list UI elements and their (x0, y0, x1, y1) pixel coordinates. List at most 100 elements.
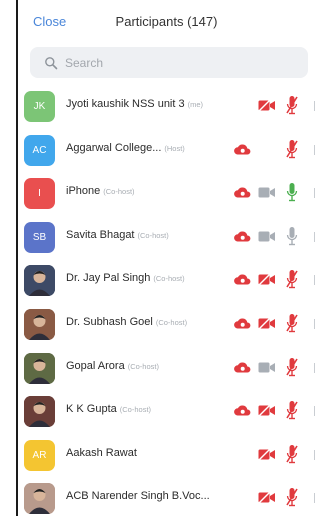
row-edge-marker (312, 188, 315, 199)
participant-name: Dr. Jay Pal Singh (66, 272, 151, 285)
participant-row[interactable]: SB Savita Bhagat (Co-host) (18, 215, 315, 259)
participant-row[interactable]: JK Jyoti kaushik NSS unit 3 (me) (18, 84, 315, 128)
video-off-icon[interactable] (258, 273, 276, 291)
panel-header: Close Participants (147) (18, 0, 315, 46)
participant-row[interactable]: AC Aggarwal College... (Host) (18, 128, 315, 172)
video-icon[interactable] (258, 186, 276, 204)
participants-panel: Close Participants (147) JK Jyoti kaushi… (18, 0, 315, 516)
cloud-record-icon (233, 316, 252, 335)
participant-row[interactable]: Gopal Arora (Co-host) (18, 346, 315, 390)
row-edge-marker (312, 275, 315, 286)
participant-name: Savita Bhagat (66, 228, 135, 241)
participant-name-wrap: K K Gupta (Co-host) (66, 403, 151, 415)
avatar (24, 396, 55, 428)
participant-name-wrap: Aakash Rawat (66, 447, 140, 459)
participant-role: (Co-host) (103, 187, 135, 197)
participant-name: K K Gupta (66, 403, 117, 416)
avatar (24, 308, 55, 340)
row-edge-marker (312, 144, 315, 155)
row-edge-marker (312, 493, 315, 504)
participant-name-wrap: Dr. Jay Pal Singh (Co-host) (66, 272, 185, 284)
participant-row[interactable]: K K Gupta (Co-host) (18, 389, 315, 433)
participant-name: Gopal Arora (66, 359, 125, 372)
participant-name-wrap: Savita Bhagat (Co-host) (66, 229, 169, 241)
participant-role: (me) (187, 100, 204, 109)
participant-row[interactable]: Dr. Jay Pal Singh (Co-host) (18, 258, 315, 302)
mic-muted-icon[interactable] (286, 95, 298, 120)
participant-name: ACB Narender Singh B.Voc... (66, 490, 210, 503)
participant-row[interactable]: AR Aakash Rawat (18, 433, 315, 477)
row-edge-marker (312, 101, 315, 111)
avatar (24, 265, 55, 297)
participant-status-icons (225, 226, 315, 248)
participant-role: (Co-host) (137, 230, 169, 240)
avatar (24, 483, 55, 515)
participant-role: (Co-host) (127, 361, 159, 371)
participant-name-wrap: ACB Narender Singh B.Voc... (66, 490, 213, 502)
cloud-record-icon (233, 229, 252, 248)
search-bar[interactable] (30, 47, 308, 78)
mic-muted-icon[interactable] (286, 313, 298, 338)
participant-role: (Co-host) (155, 317, 188, 327)
participant-status-icons (225, 400, 315, 422)
participant-name-wrap: Jyoti kaushik NSS unit 3 (me) (66, 98, 203, 110)
participant-status-icons (225, 182, 315, 204)
mic-muted-icon[interactable] (286, 357, 298, 382)
participant-role: (Co-host) (119, 405, 152, 415)
row-edge-marker (312, 318, 315, 329)
participant-name: Dr. Subhash Goel (66, 315, 153, 328)
participant-status-icons (225, 487, 315, 509)
participant-name-wrap: Gopal Arora (Co-host) (66, 360, 159, 372)
mic-muted-icon[interactable] (286, 444, 298, 469)
row-edge-marker (312, 449, 315, 460)
participant-role: (Host) (164, 143, 185, 153)
participant-name-wrap: Aggarwal College... (Host) (66, 142, 185, 154)
participant-row[interactable]: I iPhone (Co-host) (18, 171, 315, 215)
video-off-icon[interactable] (258, 448, 276, 466)
participant-status-icons (225, 444, 315, 466)
participant-status-icons (225, 139, 315, 161)
video-off-icon[interactable] (258, 404, 276, 422)
participant-name: iPhone (66, 185, 101, 198)
cloud-record-icon (233, 403, 252, 422)
mic-icon[interactable] (286, 182, 298, 207)
participant-name: Jyoti kaushik NSS unit 3 (66, 98, 185, 110)
participant-status-icons (225, 95, 315, 117)
mic-muted-icon[interactable] (286, 269, 298, 294)
participant-name-wrap: Dr. Subhash Goel (Co-host) (66, 316, 187, 328)
video-off-icon[interactable] (258, 491, 276, 509)
participant-status-icons (225, 269, 315, 291)
video-icon[interactable] (258, 361, 276, 379)
avatar (24, 352, 55, 384)
video-icon[interactable] (258, 230, 276, 248)
avatar: JK (24, 91, 55, 122)
avatar: AC (24, 134, 55, 166)
participant-row[interactable]: ACB Narender Singh B.Voc... (18, 476, 315, 516)
participant-role: (Co-host) (153, 274, 185, 284)
cloud-record-icon (233, 360, 252, 379)
avatar: SB (24, 221, 55, 253)
avatar: I (24, 178, 55, 210)
participant-status-icons (225, 313, 315, 335)
video-off-icon[interactable] (258, 317, 276, 335)
row-edge-marker (312, 362, 315, 373)
row-edge-marker (312, 231, 315, 242)
search-input[interactable] (65, 55, 285, 70)
mic-icon[interactable] (286, 226, 298, 251)
participants-list: JK Jyoti kaushik NSS unit 3 (me) AC Aggar… (18, 84, 315, 516)
mic-muted-icon[interactable] (286, 487, 298, 512)
cloud-record-icon (233, 142, 252, 161)
participant-name: Aakash Rawat (66, 446, 137, 459)
participant-status-icons (225, 357, 315, 379)
participant-name-wrap: iPhone (Co-host) (66, 185, 135, 197)
row-edge-marker (312, 406, 315, 417)
panel-title: Participants (147) (115, 14, 218, 29)
participant-row[interactable]: Dr. Subhash Goel (Co-host) (18, 302, 315, 346)
search-icon (44, 56, 58, 70)
mic-muted-icon[interactable] (286, 400, 298, 425)
cloud-record-icon (233, 272, 252, 291)
cloud-record-icon (233, 185, 252, 204)
participant-name: Aggarwal College... (66, 141, 162, 154)
mic-muted-icon[interactable] (286, 139, 298, 164)
video-off-icon[interactable] (258, 99, 276, 117)
